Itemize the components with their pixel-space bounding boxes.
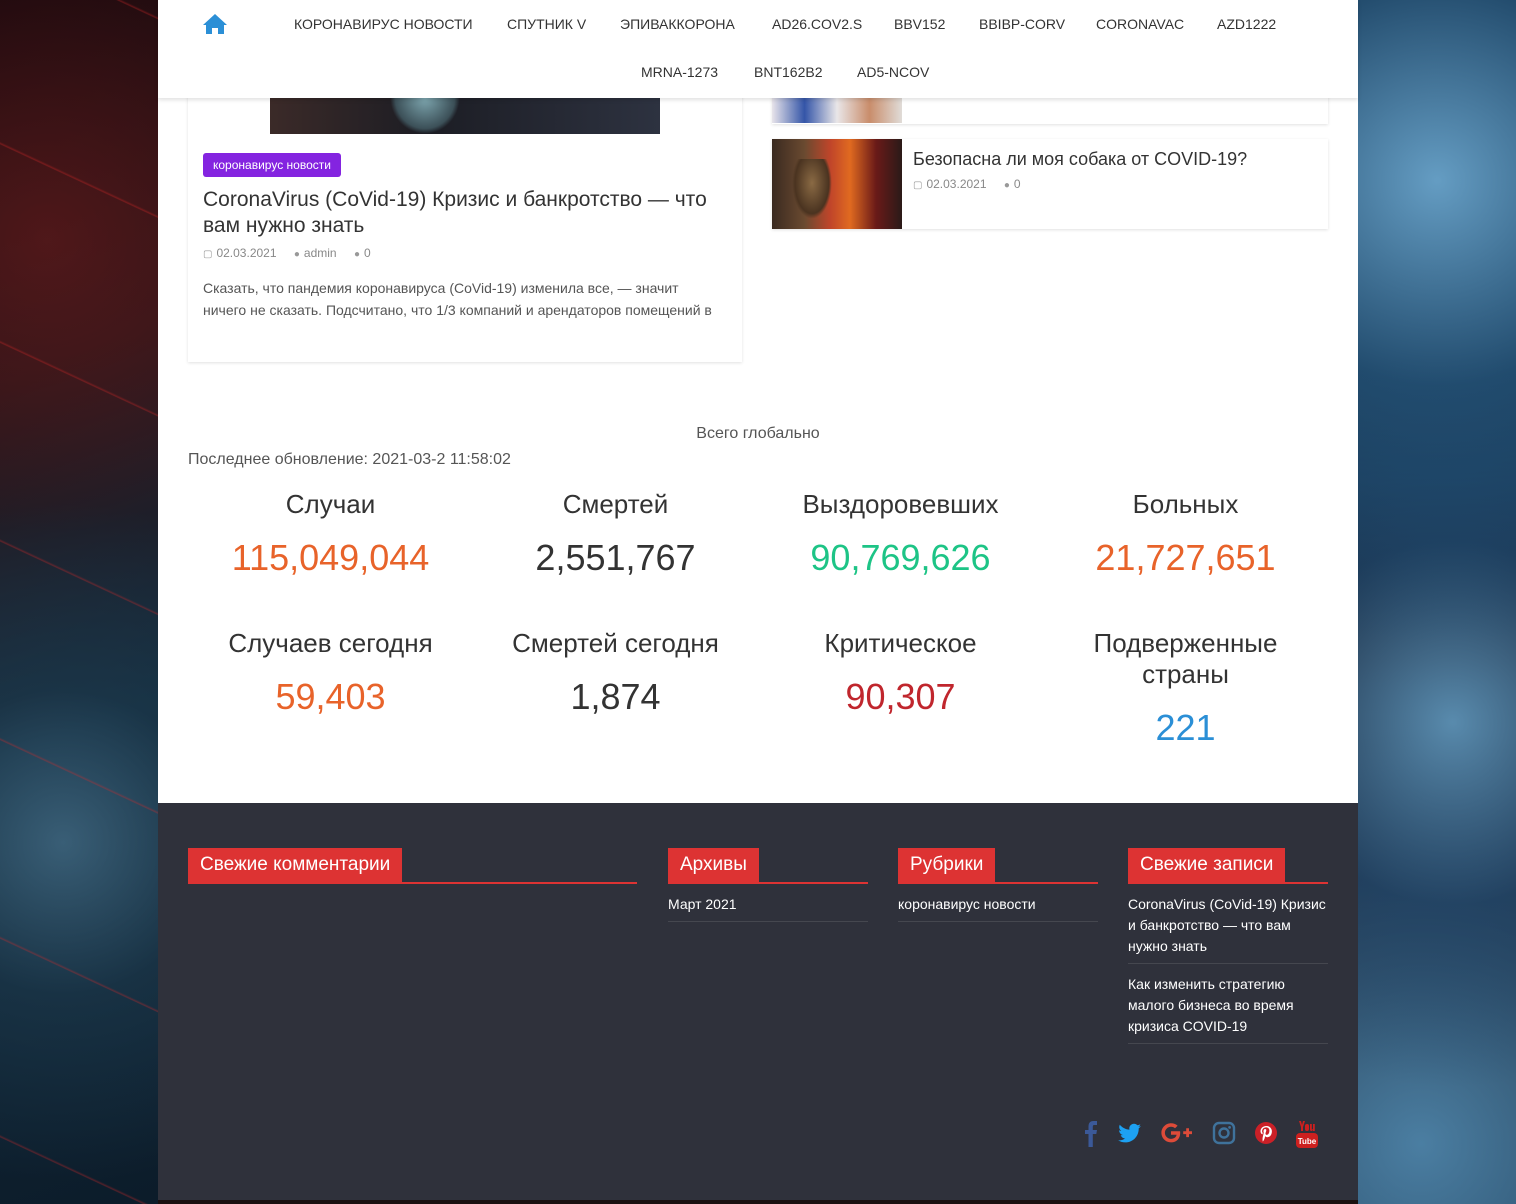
- stat-label: Больных: [1132, 489, 1239, 519]
- nav-item[interactable]: СПУТНИК V: [507, 0, 586, 48]
- google-plus-icon[interactable]: [1160, 1121, 1194, 1147]
- widget-title-text: Свежие записи: [1128, 848, 1286, 882]
- recent-posts-list: CoronaVirus (CoVid-19) Кризис и банкротс…: [1128, 884, 1328, 1044]
- comment-icon: ●: [353, 249, 360, 260]
- archive-link[interactable]: Март 2021: [668, 884, 868, 922]
- post-comments-count: 0: [363, 246, 371, 260]
- comment-icon: ●: [1003, 180, 1010, 191]
- widget-title-text: Рубрики: [898, 848, 996, 882]
- post-comments[interactable]: ● 0: [1004, 177, 1021, 191]
- youtube-icon[interactable]: Tube: [1296, 1121, 1318, 1148]
- post-date[interactable]: ▢ 02.03.2021: [203, 246, 277, 260]
- widget-title-text: Свежие комментарии: [188, 848, 403, 882]
- nav-item[interactable]: AD5-NCOV: [857, 48, 929, 96]
- side-post-title[interactable]: Безопасна ли моя собака от COVID-19?: [913, 149, 1247, 170]
- recent-post-link[interactable]: Как изменить стратегию малого бизнеса во…: [1128, 964, 1328, 1044]
- stat-recovered: Выздоровевших 90,769,626: [758, 489, 1043, 580]
- post-date-text: 02.03.2021: [216, 246, 277, 260]
- nav-item[interactable]: CORONAVAC: [1096, 0, 1184, 48]
- post-date-text: 02.03.2021: [926, 177, 987, 191]
- widget-title: Свежие комментарии: [188, 848, 637, 884]
- user-icon: ●: [293, 249, 300, 260]
- stat-value: 1,874: [570, 676, 661, 717]
- stat-value: 21,727,651: [1095, 537, 1276, 578]
- post-date[interactable]: ▢ 02.03.2021: [913, 177, 987, 191]
- nav-item[interactable]: AD26.COV2.S: [772, 0, 862, 48]
- stat-cases: Случаи 115,049,044: [188, 489, 473, 580]
- category-link[interactable]: коронавирус новости: [898, 884, 1098, 922]
- post-comments[interactable]: ● 0: [354, 246, 371, 260]
- main-content: коронавирус новости CoronaVirus (CoVid-1…: [158, 0, 1358, 803]
- widget-title: Рубрики: [898, 848, 1098, 884]
- stat-label: Критическое: [824, 628, 977, 658]
- stat-label: Смертей: [562, 489, 669, 519]
- side-post-card: Безопасна ли моя собака от COVID-19? ▢ 02…: [772, 139, 1328, 229]
- stat-active: Больных 21,727,651: [1043, 489, 1328, 580]
- nav-item[interactable]: AZD1222: [1217, 0, 1276, 48]
- widget-categories: Рубрики коронавирус новости: [898, 848, 1098, 922]
- nav-item[interactable]: ЭПИВАККОРОНА: [620, 0, 735, 48]
- stat-value: 59,403: [275, 676, 386, 717]
- stats-title: Всего глобально: [696, 425, 820, 442]
- widget-title: Архивы: [668, 848, 868, 884]
- widget-archives: Архивы Март 2021: [668, 848, 868, 922]
- instagram-icon[interactable]: [1212, 1121, 1236, 1147]
- category-badge[interactable]: коронавирус новости: [203, 153, 341, 177]
- top-navigation: КОРОНАВИРУС НОВОСТИ СПУТНИК V ЭПИВАККОРО…: [158, 0, 1358, 98]
- stat-value: 2,551,767: [535, 537, 696, 578]
- nav-row-2: MRNA-1273 BNT162B2 AD5-NCOV: [158, 48, 1358, 96]
- stat-cases-today: Случаев сегодня 59,403: [188, 628, 473, 719]
- stat-label: Выздоровевших: [802, 489, 999, 519]
- featured-post-excerpt: Сказать, что пандемия коронавируса (CoVi…: [203, 280, 712, 318]
- background-right: [1358, 0, 1516, 1204]
- svg-text:Tube: Tube: [1298, 1137, 1317, 1146]
- stat-deaths: Смертей 2,551,767: [473, 489, 758, 580]
- stats-last-updated: Последнее обновление: 2021-03-2 11:58:02: [188, 451, 511, 468]
- nav-row-1: КОРОНАВИРУС НОВОСТИ СПУТНИК V ЭПИВАККОРО…: [158, 0, 1358, 48]
- site-footer: Свежие комментарии Архивы Март 2021 Рубр…: [158, 803, 1358, 1200]
- widget-title: Свежие записи: [1128, 848, 1328, 884]
- featured-post-title[interactable]: CoronaVirus (CoVid-19) Кризис и банкротс…: [203, 187, 728, 239]
- calendar-icon: ▢: [203, 249, 213, 260]
- archives-list: Март 2021: [668, 884, 868, 922]
- widget-recent-comments: Свежие комментарии: [188, 848, 637, 884]
- twitter-icon[interactable]: [1118, 1121, 1142, 1147]
- nav-item[interactable]: BBIBP-CORV: [979, 0, 1065, 48]
- featured-post-image[interactable]: [270, 98, 660, 134]
- nav-item[interactable]: КОРОНАВИРУС НОВОСТИ: [294, 0, 473, 48]
- categories-list: коронавирус новости: [898, 884, 1098, 922]
- stat-label: Случаи: [285, 489, 376, 519]
- stat-value: 90,307: [845, 676, 956, 717]
- widget-title-text: Архивы: [668, 848, 759, 882]
- nav-item[interactable]: MRNA-1273: [641, 48, 718, 96]
- recent-post-link[interactable]: CoronaVirus (CoVid-19) Кризис и банкротс…: [1128, 884, 1328, 964]
- calendar-icon: ▢: [913, 180, 923, 191]
- stat-label: Смертей сегодня: [512, 628, 719, 658]
- post-author[interactable]: ● admin: [294, 246, 337, 260]
- background-bottom: [158, 1200, 1358, 1204]
- side-post-thumbnail[interactable]: [772, 139, 902, 229]
- background-left: [0, 0, 158, 1204]
- pinterest-icon[interactable]: [1254, 1121, 1278, 1147]
- post-author-text: admin: [303, 246, 337, 260]
- widget-recent-posts: Свежие записи CoronaVirus (CoVid-19) Кри…: [1128, 848, 1328, 1044]
- nav-item[interactable]: BNT162B2: [754, 48, 822, 96]
- stat-label: Подверженные страны: [1093, 628, 1278, 689]
- stat-affected-countries: Подверженные страны 221: [1073, 628, 1298, 750]
- facebook-icon[interactable]: [1083, 1121, 1099, 1147]
- side-post-meta: ▢ 02.03.2021 ● 0: [913, 177, 1035, 191]
- stat-label: Случаев сегодня: [228, 628, 433, 658]
- stat-value: 90,769,626: [810, 537, 991, 578]
- post-comments-count: 0: [1013, 177, 1021, 191]
- side-post-thumbnail[interactable]: [772, 98, 902, 123]
- featured-post-meta: ▢ 02.03.2021 ● admin ● 0: [203, 246, 385, 260]
- stat-deaths-today: Смертей сегодня 1,874: [473, 628, 758, 719]
- stat-critical: Критическое 90,307: [758, 628, 1043, 719]
- nav-item[interactable]: BBV152: [894, 0, 945, 48]
- stat-value: 115,049,044: [231, 537, 430, 578]
- stat-value: 221: [1155, 707, 1216, 748]
